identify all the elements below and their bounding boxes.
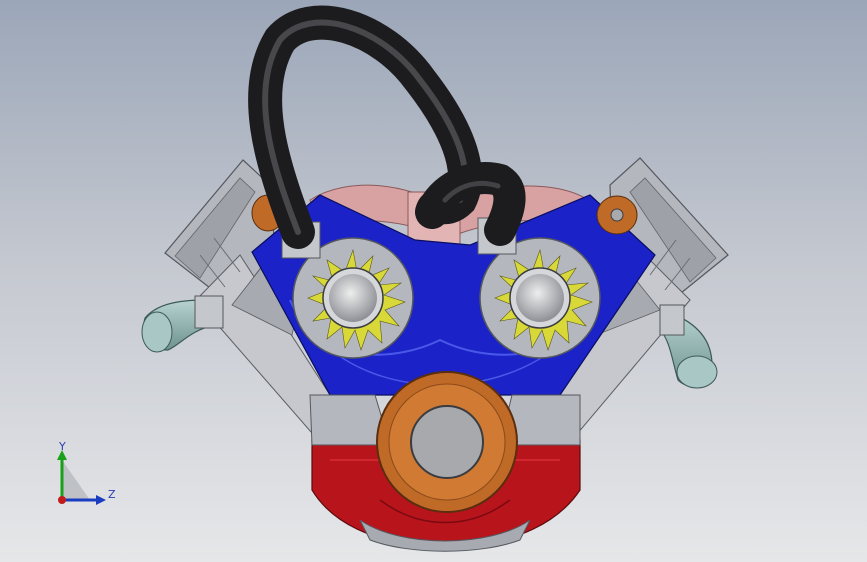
- left-coolant-fitting[interactable]: [141, 295, 224, 353]
- triad-x-dot: [58, 496, 66, 504]
- right-coolant-fitting[interactable]: [659, 304, 718, 389]
- coordinate-triad-icon: Y Z: [57, 440, 116, 505]
- crankshaft-pulley[interactable]: [376, 371, 518, 513]
- right-camshaft-gear[interactable]: [479, 237, 601, 359]
- triad-z-label: Z: [108, 488, 116, 501]
- triad-z-arrow: [96, 495, 106, 505]
- triad-plane: [62, 460, 90, 500]
- triad-y-label: Y: [58, 440, 66, 453]
- right-sensor-boss[interactable]: [596, 195, 638, 235]
- graphics-viewport[interactable]: Y Z: [0, 0, 867, 562]
- engine-model-view[interactable]: [0, 0, 867, 562]
